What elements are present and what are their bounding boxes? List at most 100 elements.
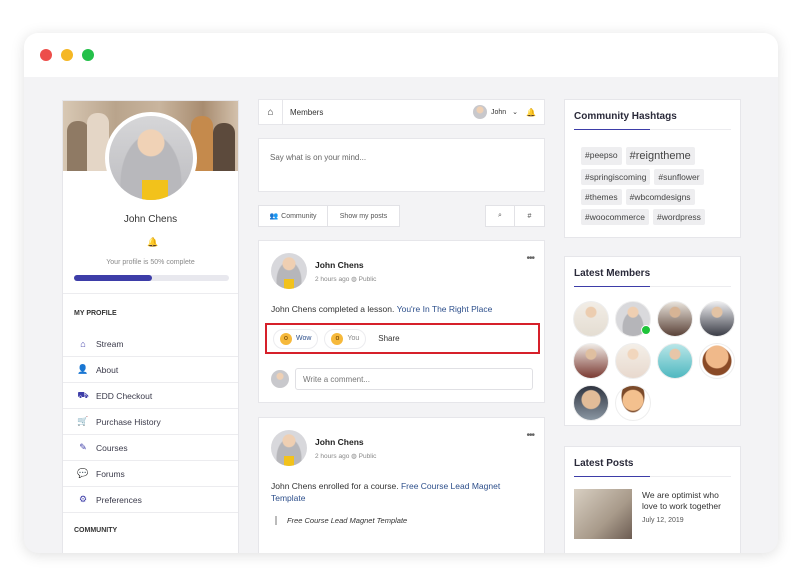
breadcrumb-members[interactable]: Members: [283, 108, 473, 117]
profile-avatar[interactable]: [105, 112, 197, 204]
post-meta: 2 hours ago ◍ Public: [315, 275, 376, 283]
wow-emoji-icon: o: [331, 332, 344, 345]
community-heading: COMMUNITY: [74, 527, 118, 534]
post-author-avatar[interactable]: [271, 253, 307, 289]
globe-icon: ◍: [351, 453, 357, 460]
avatar: [271, 370, 289, 388]
post-composer[interactable]: Say what is on your mind...: [258, 138, 545, 192]
profile-completion-text: Your profile is 50% complete: [106, 259, 195, 266]
browser-window: John Chens 🔔 Your profile is 50% complet…: [24, 33, 778, 553]
hashtag-item[interactable]: #wbcomdesigns: [625, 189, 695, 205]
wow-emoji-icon: o: [280, 332, 292, 345]
community-filter-label: Community: [281, 212, 317, 220]
member-avatar[interactable]: [615, 301, 651, 337]
sidebar-item-edd-checkout[interactable]: ⛟ EDD Checkout: [63, 383, 238, 409]
profile-name[interactable]: John Chens: [63, 214, 238, 225]
member-avatar[interactable]: [699, 301, 735, 337]
notification-bell-icon[interactable]: 🔔: [147, 237, 158, 248]
post-text-body: John Chens completed a lesson.: [271, 304, 395, 314]
post-time[interactable]: 2 hours ago: [315, 276, 349, 283]
member-avatar[interactable]: [615, 343, 651, 379]
gear-icon: ⚙: [78, 494, 88, 504]
hashtag-item[interactable]: #springiscoming: [581, 169, 651, 185]
online-status-indicator: [641, 325, 651, 335]
post-author-name[interactable]: John Chens: [315, 437, 364, 447]
wow-label: Wow: [296, 335, 312, 342]
bell-icon[interactable]: 🔔: [526, 108, 536, 117]
member-avatar[interactable]: [615, 385, 651, 421]
show-my-posts-button[interactable]: Show my posts: [328, 205, 400, 227]
more-options-icon[interactable]: •••: [526, 430, 534, 441]
comment-input[interactable]: Write a comment...: [295, 368, 533, 390]
sidebar-item-label: Purchase History: [96, 416, 161, 427]
divider: [574, 286, 731, 287]
post-time[interactable]: 2 hours ago: [315, 453, 349, 460]
close-window-button[interactable]: [40, 49, 52, 61]
sidebar-item-label: Preferences: [96, 494, 142, 505]
latest-post-title[interactable]: We are optimist who love to work togethe…: [642, 490, 734, 512]
member-avatar[interactable]: [657, 301, 693, 337]
chevron-down-icon: ⌄: [512, 109, 519, 116]
widget-title: Latest Posts: [574, 458, 634, 469]
latest-members-widget: Latest Members: [564, 256, 741, 426]
post-author-avatar[interactable]: [271, 430, 307, 466]
user-menu[interactable]: John ⌄: [472, 105, 519, 119]
maximize-window-button[interactable]: [82, 49, 94, 61]
hashtag-item[interactable]: #woocommerce: [581, 209, 649, 225]
sidebar-item-label: Forums: [96, 468, 125, 479]
member-avatar[interactable]: [573, 385, 609, 421]
hashtag-item[interactable]: #themes: [581, 189, 622, 205]
profile-card: John Chens 🔔 Your profile is 50% complet…: [62, 100, 239, 553]
hashtag-item[interactable]: #wordpress: [653, 209, 705, 225]
community-filter-button[interactable]: 👥 Community: [258, 205, 328, 227]
hashtag-item[interactable]: #peepso: [581, 147, 622, 165]
more-options-icon[interactable]: •••: [526, 253, 534, 264]
users-icon: 👥: [269, 213, 279, 220]
truck-icon: ⛟: [77, 389, 89, 400]
post-link[interactable]: You're In The Right Place: [397, 304, 493, 314]
top-navigation: ⌂ Members John ⌄ 🔔: [258, 99, 545, 125]
sidebar-item-purchase-history[interactable]: 🛒 Purchase History: [63, 409, 238, 435]
sidebar-item-label: EDD Checkout: [96, 390, 153, 401]
profile-menu: ⌂ Stream 👤 About ⛟ EDD Checkout 🛒 Purchase Hist…: [63, 331, 238, 513]
hashtag-item[interactable]: #reigntheme: [625, 147, 695, 165]
member-avatar[interactable]: [699, 343, 735, 379]
post-visibility: Public: [358, 453, 377, 460]
you-reaction-indicator[interactable]: o You: [324, 328, 367, 349]
minimize-window-button[interactable]: [61, 49, 73, 61]
home-icon[interactable]: ⌂: [259, 100, 283, 124]
home-icon: ⌂: [80, 338, 86, 349]
sidebar-item-preferences[interactable]: ⚙ Preferences: [63, 487, 238, 513]
hashtag-item[interactable]: #sunflower: [654, 169, 704, 185]
sidebar-item-forums[interactable]: 💬 Forums: [63, 461, 238, 487]
cart-icon: 🛒: [77, 416, 89, 426]
edit-icon: ✎: [79, 442, 87, 452]
chat-icon: 💬: [77, 468, 89, 478]
member-avatar[interactable]: [657, 343, 693, 379]
user-icon: 👤: [77, 364, 89, 374]
search-icon[interactable]: ⌕: [485, 205, 515, 227]
divider: [63, 293, 238, 294]
page-content: John Chens 🔔 Your profile is 50% complet…: [24, 77, 778, 553]
you-label: You: [347, 335, 360, 342]
sidebar-item-label: About: [96, 364, 119, 375]
member-avatar[interactable]: [573, 301, 609, 337]
member-grid: [573, 301, 743, 421]
sidebar-item-courses[interactable]: ✎ Courses: [63, 435, 238, 461]
stream-filters: 👥 Community Show my posts ⌕ #: [258, 205, 545, 227]
wow-reaction-button[interactable]: o Wow: [273, 328, 319, 349]
sidebar-item-label: Stream: [96, 338, 124, 349]
post-thumbnail[interactable]: [574, 489, 632, 539]
post-text: John Chens enrolled for a course. Free C…: [271, 480, 536, 504]
sidebar-item-stream[interactable]: ⌂ Stream: [63, 331, 238, 357]
profile-completion-bar: [74, 275, 229, 281]
globe-icon: ◍: [351, 276, 357, 283]
hashtag-icon[interactable]: #: [515, 205, 545, 227]
sidebar-item-about[interactable]: 👤 About: [63, 357, 238, 383]
widget-title: Community Hashtags: [574, 111, 677, 122]
share-button[interactable]: Share: [378, 334, 399, 343]
my-profile-heading: MY PROFILE: [74, 310, 117, 317]
activity-post: John Chens 2 hours ago ◍ Public ••• John…: [258, 240, 545, 403]
member-avatar[interactable]: [573, 343, 609, 379]
post-author-name[interactable]: John Chens: [315, 260, 364, 270]
